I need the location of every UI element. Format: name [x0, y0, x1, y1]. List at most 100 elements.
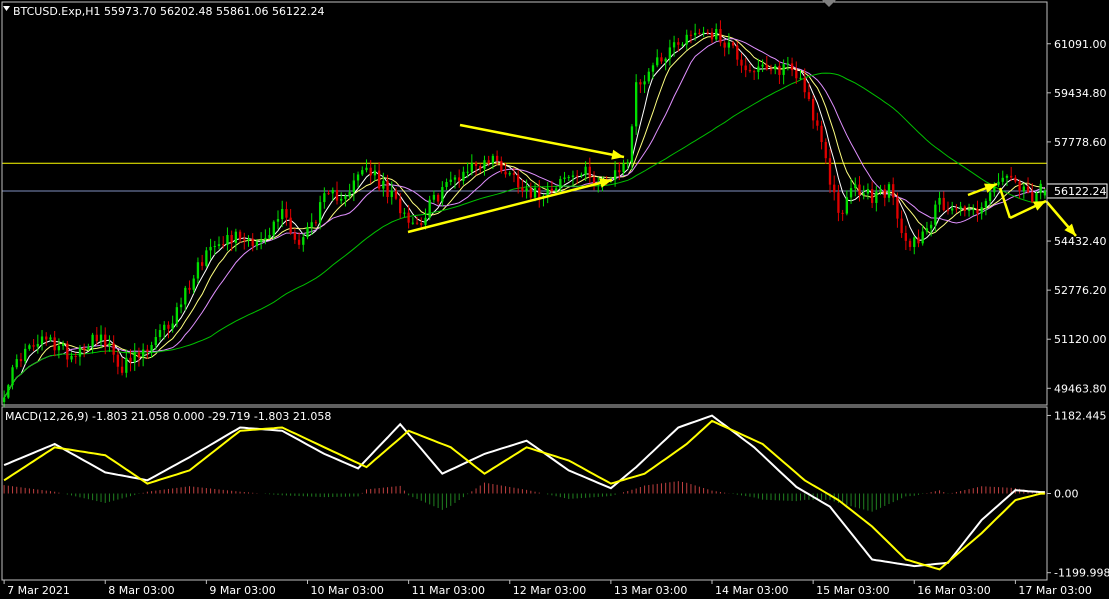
bull-candle-body [7, 385, 10, 398]
macd-tick-label: 0.00 [1054, 488, 1079, 501]
macd-panel-border [1, 406, 1048, 581]
bear-candle-body [833, 184, 836, 193]
bull-candle-body [462, 171, 465, 181]
bear-candle-body [335, 189, 339, 201]
bear-candle-body [740, 59, 743, 66]
bull-candle-body [959, 206, 962, 209]
moving-averages [3, 32, 1046, 398]
bear-candle-body [297, 239, 301, 245]
bear-candle-body [576, 175, 579, 177]
bear-candle-body [238, 231, 242, 240]
bull-candle-body [57, 345, 61, 351]
bull-candle-body [432, 194, 436, 200]
bull-candle-body [365, 167, 368, 171]
bull-candle-body [799, 77, 802, 79]
bear-candle-body [386, 180, 389, 197]
bull-candle-body [306, 227, 309, 238]
bear-candle-body [327, 193, 330, 195]
bull-candle-body [78, 347, 82, 357]
bull-candle-body [175, 307, 179, 324]
bull-candle-body [361, 170, 364, 175]
bull-candle-body [613, 170, 617, 180]
bull-candle-body [217, 244, 221, 247]
macd-panel[interactable]: 1182.445 0.00 -1199.998 [3, 409, 1109, 580]
bear-candle-body [137, 352, 141, 358]
time-tick-label: 16 Mar 03:00 [917, 584, 990, 597]
bear-candle-body [677, 42, 680, 45]
bear-candle-body [660, 57, 663, 62]
bull-candle-body [693, 32, 697, 36]
bull-candle-body [664, 58, 667, 62]
bull-candle-body [382, 180, 385, 189]
time-tick-label: 11 Mar 03:00 [412, 584, 485, 597]
collapse-triangle-icon[interactable] [3, 6, 10, 11]
bull-candle-body [226, 235, 229, 245]
bull-candle-body [441, 187, 444, 202]
trend-annotations[interactable] [407, 123, 1077, 237]
bear-candle-body [896, 197, 899, 219]
bear-candle-body [83, 347, 86, 350]
bull-candle-body [988, 192, 992, 202]
bear-candle-body [538, 188, 541, 199]
bull-candle-body [849, 188, 853, 198]
ma-medium-line [3, 34, 1046, 398]
bull-candle-body [15, 359, 18, 368]
bull-candle-body [184, 287, 187, 305]
bull-candle-body [554, 188, 558, 191]
bull-candle-body [491, 155, 495, 164]
bull-candle-body [192, 278, 195, 290]
bear-candle-body [479, 166, 482, 169]
bull-candle-body [470, 163, 473, 172]
upper-trendline-arrow [459, 123, 625, 159]
bull-candle-body [403, 212, 406, 214]
bull-candle-body [483, 160, 486, 169]
bear-candle-body [710, 32, 714, 40]
bull-candle-body [259, 239, 263, 242]
bull-candle-body [929, 224, 933, 229]
time-tick-label: 9 Mar 03:00 [209, 584, 275, 597]
bull-candle-body [179, 304, 183, 308]
bull-candle-body [344, 196, 347, 199]
bear-candle-body [752, 71, 756, 73]
bull-candle-body [70, 355, 73, 360]
bear-candle-body [200, 262, 204, 266]
bear-candle-body [420, 223, 423, 225]
bull-candle-body [967, 209, 971, 212]
bull-candle-body [205, 250, 208, 266]
bear-candle-body [251, 238, 254, 247]
bear-candle-body [976, 209, 979, 214]
bull-candle-body [281, 209, 284, 220]
bull-candle-body [125, 357, 128, 373]
bear-candle-body [748, 70, 752, 72]
bear-candle-body [289, 217, 292, 233]
bull-candle-body [133, 352, 136, 362]
bull-candle-body [980, 207, 983, 214]
bull-candle-body [352, 180, 356, 193]
bull-candle-body [925, 228, 929, 232]
bull-candle-body [213, 246, 216, 248]
bear-candle-body [955, 208, 958, 210]
bear-candle-body [744, 65, 747, 71]
chart-shift-marker-icon[interactable] [822, 0, 836, 7]
bear-candle-body [74, 355, 77, 357]
price-tick-label: 54432.40 [1054, 235, 1107, 248]
bear-candle-body [946, 210, 950, 212]
bear-candle-body [230, 235, 233, 243]
macd-axis: 1182.445 0.00 -1199.998 [1047, 409, 1109, 580]
bull-candle-body [424, 217, 427, 225]
bull-candle-body [268, 235, 271, 238]
bear-candle-body [95, 334, 98, 342]
bull-candle-body [196, 262, 200, 279]
upper-trendline-arrow-head-icon [611, 149, 624, 160]
bear-candle-body [32, 345, 35, 347]
bull-candle-body [508, 173, 511, 175]
bear-candle-body [828, 158, 832, 185]
bull-candle-body [761, 64, 764, 67]
bull-candle-body [466, 171, 469, 173]
bull-candle-body [453, 177, 457, 180]
price-panel[interactable]: 56122.24 61091.00 59434.80 57778.60 54432.4… [2, 20, 1108, 408]
trading-chart[interactable]: 56122.24 61091.00 59434.80 57778.60 54432.4… [0, 0, 1109, 599]
bull-candle-body [567, 176, 570, 178]
bull-candle-body [331, 189, 334, 194]
bear-candle-body [458, 177, 461, 181]
